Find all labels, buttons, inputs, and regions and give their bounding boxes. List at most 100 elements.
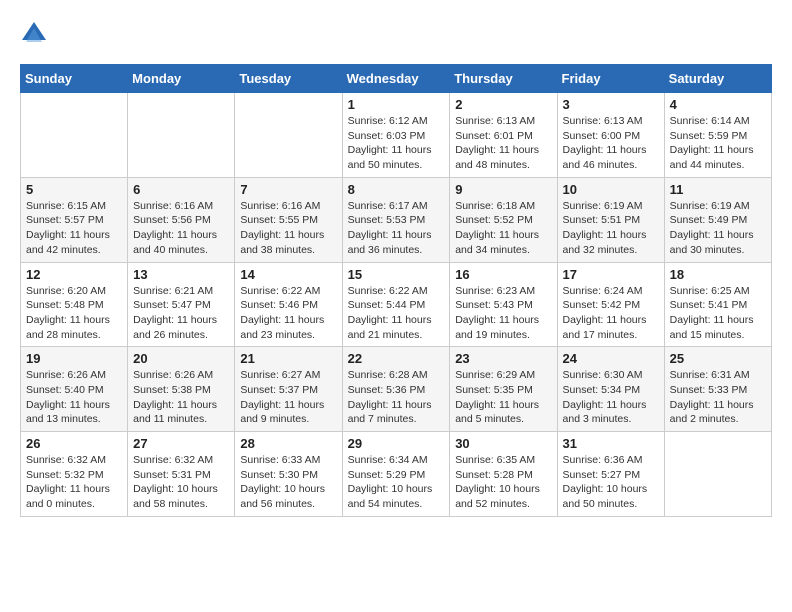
day-number: 2 xyxy=(455,97,551,112)
calendar-cell: 16 Sunrise: 6:23 AM Sunset: 5:43 PM Dayli… xyxy=(450,262,557,347)
calendar-cell xyxy=(235,93,342,178)
day-number: 7 xyxy=(240,182,336,197)
calendar-cell: 10Sunrise: 6:19 AM Sunset: 5:51 PM Dayli… xyxy=(557,177,664,262)
day-info: Sunrise: 6:29 AM Sunset: 5:35 PM Dayligh… xyxy=(455,368,551,427)
day-info: Sunrise: 6:19 AM Sunset: 5:51 PM Dayligh… xyxy=(563,199,659,258)
weekday-header: Monday xyxy=(128,65,235,93)
day-number: 23 xyxy=(455,351,551,366)
day-info: Sunrise: 6:30 AM Sunset: 5:34 PM Dayligh… xyxy=(563,368,659,427)
calendar-cell: 31 Sunrise: 6:36 AM Sunset: 5:27 PM Dayli… xyxy=(557,432,664,517)
day-number: 9 xyxy=(455,182,551,197)
day-number: 30 xyxy=(455,436,551,451)
day-info: Sunrise: 6:13 AM Sunset: 6:01 PM Dayligh… xyxy=(455,114,551,173)
day-number: 24 xyxy=(563,351,659,366)
calendar-week-row: 5Sunrise: 6:15 AM Sunset: 5:57 PM Daylig… xyxy=(21,177,772,262)
calendar-cell: 6 Sunrise: 6:16 AM Sunset: 5:56 PM Daylig… xyxy=(128,177,235,262)
calendar-cell: 19Sunrise: 6:26 AM Sunset: 5:40 PM Dayli… xyxy=(21,347,128,432)
calendar-table: SundayMondayTuesdayWednesdayThursdayFrid… xyxy=(20,64,772,517)
calendar-week-row: 26 Sunrise: 6:32 AM Sunset: 5:32 PM Dayli… xyxy=(21,432,772,517)
calendar-cell: 18Sunrise: 6:25 AM Sunset: 5:41 PM Dayli… xyxy=(664,262,771,347)
calendar-header-row: SundayMondayTuesdayWednesdayThursdayFrid… xyxy=(21,65,772,93)
weekday-header: Friday xyxy=(557,65,664,93)
day-number: 12 xyxy=(26,267,122,282)
day-info: Sunrise: 6:34 AM Sunset: 5:29 PM Dayligh… xyxy=(348,453,445,512)
day-number: 13 xyxy=(133,267,229,282)
calendar-cell: 27 Sunrise: 6:32 AM Sunset: 5:31 PM Dayli… xyxy=(128,432,235,517)
calendar-cell: 28 Sunrise: 6:33 AM Sunset: 5:30 PM Dayli… xyxy=(235,432,342,517)
day-info: Sunrise: 6:14 AM Sunset: 5:59 PM Dayligh… xyxy=(670,114,766,173)
day-number: 8 xyxy=(348,182,445,197)
weekday-header: Saturday xyxy=(664,65,771,93)
calendar-week-row: 12 Sunrise: 6:20 AM Sunset: 5:48 PM Dayli… xyxy=(21,262,772,347)
day-info: Sunrise: 6:19 AM Sunset: 5:49 PM Dayligh… xyxy=(670,199,766,258)
calendar-cell: 11 Sunrise: 6:19 AM Sunset: 5:49 PM Dayli… xyxy=(664,177,771,262)
day-info: Sunrise: 6:26 AM Sunset: 5:38 PM Dayligh… xyxy=(133,368,229,427)
day-info: Sunrise: 6:36 AM Sunset: 5:27 PM Dayligh… xyxy=(563,453,659,512)
calendar-cell: 9 Sunrise: 6:18 AM Sunset: 5:52 PM Daylig… xyxy=(450,177,557,262)
calendar-cell: 13 Sunrise: 6:21 AM Sunset: 5:47 PM Dayli… xyxy=(128,262,235,347)
day-info: Sunrise: 6:17 AM Sunset: 5:53 PM Dayligh… xyxy=(348,199,445,258)
day-info: Sunrise: 6:16 AM Sunset: 5:55 PM Dayligh… xyxy=(240,199,336,258)
day-number: 17 xyxy=(563,267,659,282)
day-info: Sunrise: 6:18 AM Sunset: 5:52 PM Dayligh… xyxy=(455,199,551,258)
day-number: 28 xyxy=(240,436,336,451)
page-header xyxy=(20,20,772,48)
calendar-week-row: 1 Sunrise: 6:12 AM Sunset: 6:03 PM Daylig… xyxy=(21,93,772,178)
calendar-cell: 1 Sunrise: 6:12 AM Sunset: 6:03 PM Daylig… xyxy=(342,93,450,178)
calendar-cell: 23 Sunrise: 6:29 AM Sunset: 5:35 PM Dayli… xyxy=(450,347,557,432)
calendar-cell: 15 Sunrise: 6:22 AM Sunset: 5:44 PM Dayli… xyxy=(342,262,450,347)
calendar-cell: 22Sunrise: 6:28 AM Sunset: 5:36 PM Dayli… xyxy=(342,347,450,432)
day-number: 19 xyxy=(26,351,122,366)
day-number: 21 xyxy=(240,351,336,366)
logo-icon xyxy=(20,20,48,48)
weekday-header: Sunday xyxy=(21,65,128,93)
weekday-header: Tuesday xyxy=(235,65,342,93)
day-number: 31 xyxy=(563,436,659,451)
day-number: 3 xyxy=(563,97,659,112)
day-info: Sunrise: 6:33 AM Sunset: 5:30 PM Dayligh… xyxy=(240,453,336,512)
calendar-cell: 26 Sunrise: 6:32 AM Sunset: 5:32 PM Dayli… xyxy=(21,432,128,517)
calendar-cell xyxy=(664,432,771,517)
calendar-cell xyxy=(128,93,235,178)
day-number: 22 xyxy=(348,351,445,366)
day-info: Sunrise: 6:23 AM Sunset: 5:43 PM Dayligh… xyxy=(455,284,551,343)
calendar-cell: 24 Sunrise: 6:30 AM Sunset: 5:34 PM Dayli… xyxy=(557,347,664,432)
day-info: Sunrise: 6:32 AM Sunset: 5:31 PM Dayligh… xyxy=(133,453,229,512)
calendar-cell xyxy=(21,93,128,178)
calendar-cell: 5Sunrise: 6:15 AM Sunset: 5:57 PM Daylig… xyxy=(21,177,128,262)
calendar-cell: 25Sunrise: 6:31 AM Sunset: 5:33 PM Dayli… xyxy=(664,347,771,432)
day-info: Sunrise: 6:20 AM Sunset: 5:48 PM Dayligh… xyxy=(26,284,122,343)
weekday-header: Thursday xyxy=(450,65,557,93)
day-number: 27 xyxy=(133,436,229,451)
day-number: 11 xyxy=(670,182,766,197)
day-info: Sunrise: 6:22 AM Sunset: 5:46 PM Dayligh… xyxy=(240,284,336,343)
calendar-cell: 30Sunrise: 6:35 AM Sunset: 5:28 PM Dayli… xyxy=(450,432,557,517)
day-number: 15 xyxy=(348,267,445,282)
calendar-cell: 17 Sunrise: 6:24 AM Sunset: 5:42 PM Dayli… xyxy=(557,262,664,347)
calendar-cell: 20 Sunrise: 6:26 AM Sunset: 5:38 PM Dayli… xyxy=(128,347,235,432)
day-info: Sunrise: 6:27 AM Sunset: 5:37 PM Dayligh… xyxy=(240,368,336,427)
day-info: Sunrise: 6:24 AM Sunset: 5:42 PM Dayligh… xyxy=(563,284,659,343)
day-info: Sunrise: 6:22 AM Sunset: 5:44 PM Dayligh… xyxy=(348,284,445,343)
day-info: Sunrise: 6:15 AM Sunset: 5:57 PM Dayligh… xyxy=(26,199,122,258)
day-info: Sunrise: 6:12 AM Sunset: 6:03 PM Dayligh… xyxy=(348,114,445,173)
day-info: Sunrise: 6:21 AM Sunset: 5:47 PM Dayligh… xyxy=(133,284,229,343)
day-number: 26 xyxy=(26,436,122,451)
calendar-cell: 8 Sunrise: 6:17 AM Sunset: 5:53 PM Daylig… xyxy=(342,177,450,262)
day-number: 18 xyxy=(670,267,766,282)
calendar-cell: 2 Sunrise: 6:13 AM Sunset: 6:01 PM Daylig… xyxy=(450,93,557,178)
calendar-cell: 7 Sunrise: 6:16 AM Sunset: 5:55 PM Daylig… xyxy=(235,177,342,262)
day-info: Sunrise: 6:32 AM Sunset: 5:32 PM Dayligh… xyxy=(26,453,122,512)
calendar-week-row: 19Sunrise: 6:26 AM Sunset: 5:40 PM Dayli… xyxy=(21,347,772,432)
day-number: 1 xyxy=(348,97,445,112)
weekday-header: Wednesday xyxy=(342,65,450,93)
day-number: 16 xyxy=(455,267,551,282)
day-number: 20 xyxy=(133,351,229,366)
day-number: 6 xyxy=(133,182,229,197)
day-info: Sunrise: 6:31 AM Sunset: 5:33 PM Dayligh… xyxy=(670,368,766,427)
calendar-cell: 3 Sunrise: 6:13 AM Sunset: 6:00 PM Daylig… xyxy=(557,93,664,178)
day-number: 4 xyxy=(670,97,766,112)
day-info: Sunrise: 6:16 AM Sunset: 5:56 PM Dayligh… xyxy=(133,199,229,258)
day-info: Sunrise: 6:13 AM Sunset: 6:00 PM Dayligh… xyxy=(563,114,659,173)
calendar-cell: 4 Sunrise: 6:14 AM Sunset: 5:59 PM Daylig… xyxy=(664,93,771,178)
